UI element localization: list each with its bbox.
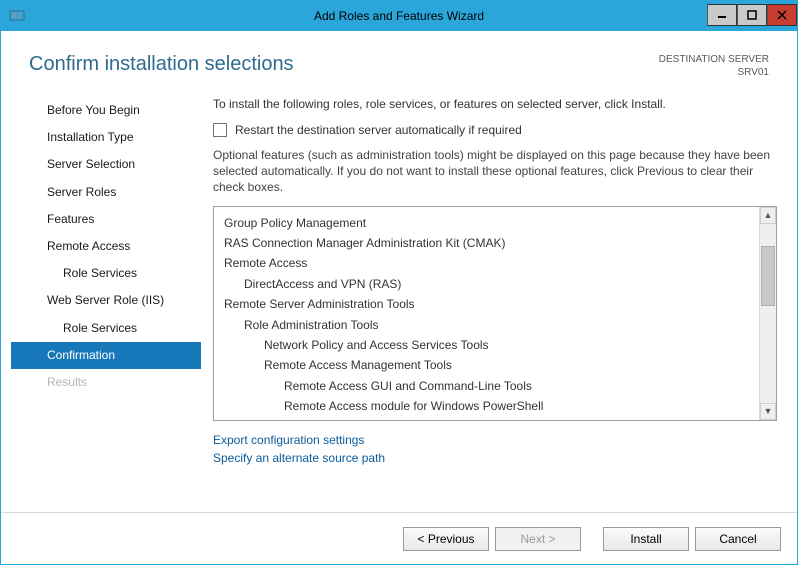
list-item: Remote Server Administration Tools bbox=[224, 294, 755, 314]
nav-item-remote-access[interactable]: Remote Access bbox=[11, 233, 201, 260]
intro-text: To install the following roles, role ser… bbox=[213, 97, 777, 111]
nav-item-confirmation[interactable]: Confirmation bbox=[11, 342, 201, 369]
page-header: Confirm installation selections DESTINAT… bbox=[1, 31, 797, 87]
nav-item-installation-type[interactable]: Installation Type bbox=[11, 124, 201, 151]
window-controls bbox=[707, 5, 797, 27]
restart-row: Restart the destination server automatic… bbox=[213, 123, 777, 137]
selections-listbox: Group Policy ManagementRAS Connection Ma… bbox=[213, 206, 777, 421]
list-item: RAS Connection Manager Administration Ki… bbox=[224, 233, 755, 253]
list-item: Network Policy and Access Services Tools bbox=[224, 335, 755, 355]
alternate-source-link[interactable]: Specify an alternate source path bbox=[213, 449, 777, 467]
links-block: Export configuration settings Specify an… bbox=[213, 431, 777, 467]
footer: < Previous Next > Install Cancel bbox=[1, 512, 797, 564]
nav-item-before-you-begin[interactable]: Before You Begin bbox=[11, 97, 201, 124]
optional-text: Optional features (such as administratio… bbox=[213, 147, 777, 196]
list-item: Remote Access module for Windows PowerSh… bbox=[224, 396, 755, 416]
minimize-button[interactable] bbox=[707, 4, 737, 26]
destination-value: SRV01 bbox=[659, 66, 769, 79]
scrollbar[interactable]: ▲ ▼ bbox=[759, 207, 776, 420]
restart-label: Restart the destination server automatic… bbox=[235, 123, 522, 137]
wizard-nav: Before You BeginInstallation TypeServer … bbox=[11, 91, 201, 512]
restart-checkbox[interactable] bbox=[213, 123, 227, 137]
scroll-track[interactable] bbox=[760, 224, 776, 403]
main-panel: To install the following roles, role ser… bbox=[201, 91, 787, 512]
close-button[interactable] bbox=[767, 4, 797, 26]
previous-button[interactable]: < Previous bbox=[403, 527, 489, 551]
nav-item-role-services[interactable]: Role Services bbox=[11, 260, 201, 287]
cancel-button[interactable]: Cancel bbox=[695, 527, 781, 551]
maximize-button[interactable] bbox=[737, 4, 767, 26]
selections-list[interactable]: Group Policy ManagementRAS Connection Ma… bbox=[214, 207, 759, 420]
body: Before You BeginInstallation TypeServer … bbox=[1, 87, 797, 512]
page-title: Confirm installation selections bbox=[29, 53, 294, 79]
nav-item-web-server-role-iis-[interactable]: Web Server Role (IIS) bbox=[11, 287, 201, 314]
nav-item-server-selection[interactable]: Server Selection bbox=[11, 151, 201, 178]
nav-item-results: Results bbox=[11, 369, 201, 396]
destination-server-block: DESTINATION SERVER SRV01 bbox=[659, 53, 769, 79]
list-item: Remote Access Management Tools bbox=[224, 355, 755, 375]
list-item: Remote Access GUI and Command-Line Tools bbox=[224, 376, 755, 396]
export-settings-link[interactable]: Export configuration settings bbox=[213, 431, 777, 449]
list-item: Group Policy Management bbox=[224, 213, 755, 233]
wizard-window: Add Roles and Features Wizard Confirm in… bbox=[0, 0, 798, 565]
list-item: Remote Access bbox=[224, 253, 755, 273]
next-button: Next > bbox=[495, 527, 581, 551]
app-icon bbox=[7, 6, 27, 26]
window-title: Add Roles and Features Wizard bbox=[1, 9, 797, 23]
destination-label: DESTINATION SERVER bbox=[659, 53, 769, 66]
list-item: DirectAccess and VPN (RAS) bbox=[224, 274, 755, 294]
scroll-thumb[interactable] bbox=[761, 246, 775, 306]
install-button[interactable]: Install bbox=[603, 527, 689, 551]
client-area: Confirm installation selections DESTINAT… bbox=[1, 31, 797, 564]
titlebar[interactable]: Add Roles and Features Wizard bbox=[1, 1, 797, 31]
nav-item-server-roles[interactable]: Server Roles bbox=[11, 179, 201, 206]
nav-item-role-services[interactable]: Role Services bbox=[11, 315, 201, 342]
nav-item-features[interactable]: Features bbox=[11, 206, 201, 233]
scroll-down-icon[interactable]: ▼ bbox=[760, 403, 776, 420]
list-item: Role Administration Tools bbox=[224, 315, 755, 335]
scroll-up-icon[interactable]: ▲ bbox=[760, 207, 776, 224]
